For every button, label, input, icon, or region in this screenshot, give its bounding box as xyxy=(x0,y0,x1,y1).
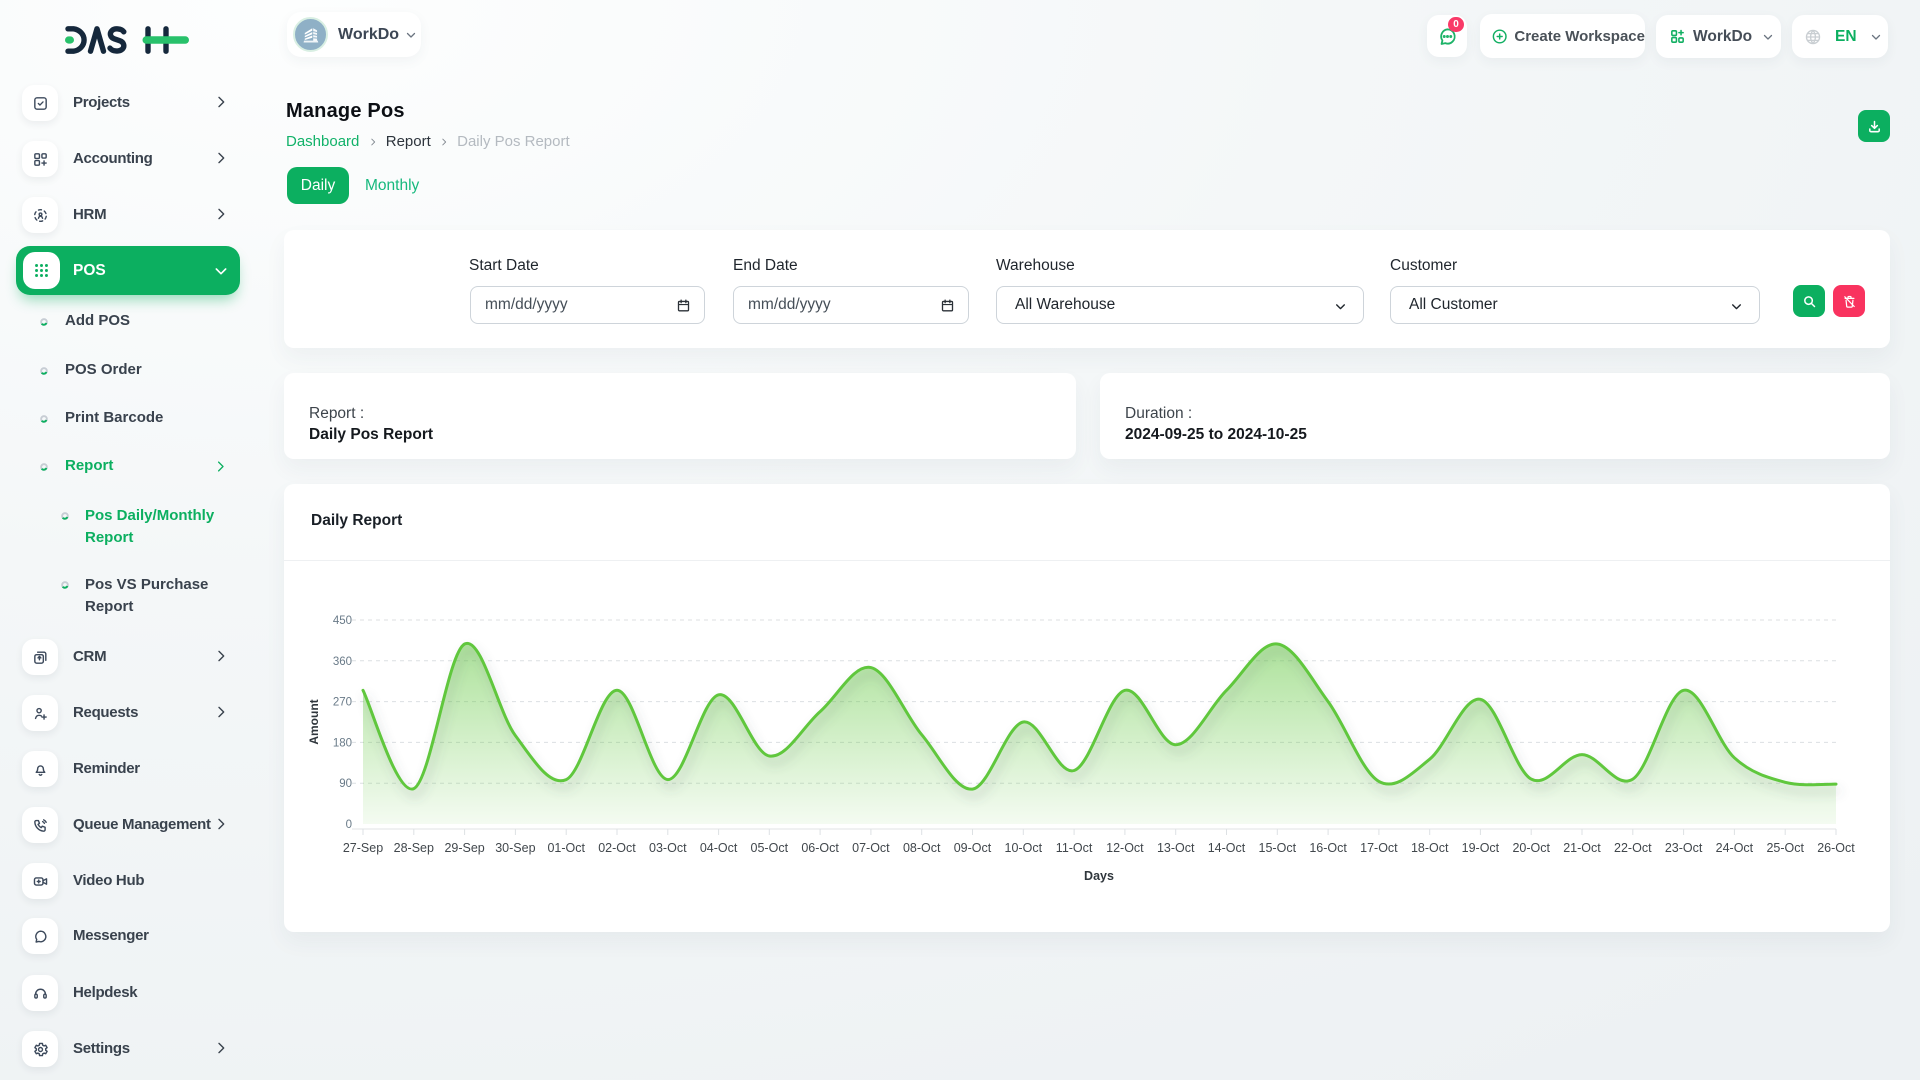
svg-text:11-Oct: 11-Oct xyxy=(1056,841,1093,855)
svg-text:21-Oct: 21-Oct xyxy=(1563,841,1601,855)
svg-text:360: 360 xyxy=(333,656,352,668)
svg-text:03-Oct: 03-Oct xyxy=(649,841,687,855)
svg-text:14-Oct: 14-Oct xyxy=(1208,841,1246,855)
svg-text:06-Oct: 06-Oct xyxy=(801,841,839,855)
svg-text:25-Oct: 25-Oct xyxy=(1766,841,1804,855)
svg-text:10-Oct: 10-Oct xyxy=(1005,841,1043,855)
svg-text:270: 270 xyxy=(333,697,352,709)
svg-text:28-Sep: 28-Sep xyxy=(394,841,434,855)
svg-text:0: 0 xyxy=(346,819,352,831)
svg-text:27-Sep: 27-Sep xyxy=(343,841,383,855)
svg-text:09-Oct: 09-Oct xyxy=(954,841,992,855)
svg-text:02-Oct: 02-Oct xyxy=(598,841,636,855)
svg-text:23-Oct: 23-Oct xyxy=(1665,841,1703,855)
svg-text:22-Oct: 22-Oct xyxy=(1614,841,1652,855)
svg-text:17-Oct: 17-Oct xyxy=(1360,841,1398,855)
svg-text:26-Oct: 26-Oct xyxy=(1817,841,1855,855)
svg-text:30-Sep: 30-Sep xyxy=(495,841,535,855)
svg-text:18-Oct: 18-Oct xyxy=(1411,841,1449,855)
svg-text:24-Oct: 24-Oct xyxy=(1716,841,1754,855)
svg-text:Days: Days xyxy=(1084,869,1114,883)
svg-text:450: 450 xyxy=(333,615,352,627)
svg-text:29-Sep: 29-Sep xyxy=(444,841,484,855)
svg-text:15-Oct: 15-Oct xyxy=(1259,841,1297,855)
svg-text:90: 90 xyxy=(339,778,352,790)
svg-text:12-Oct: 12-Oct xyxy=(1106,841,1144,855)
svg-text:19-Oct: 19-Oct xyxy=(1462,841,1500,855)
svg-text:Amount: Amount xyxy=(307,699,321,744)
svg-text:08-Oct: 08-Oct xyxy=(903,841,941,855)
svg-text:05-Oct: 05-Oct xyxy=(751,841,789,855)
svg-text:180: 180 xyxy=(333,737,352,749)
svg-text:07-Oct: 07-Oct xyxy=(852,841,890,855)
svg-text:04-Oct: 04-Oct xyxy=(700,841,738,855)
svg-text:01-Oct: 01-Oct xyxy=(547,841,585,855)
svg-text:20-Oct: 20-Oct xyxy=(1512,841,1550,855)
svg-text:13-Oct: 13-Oct xyxy=(1157,841,1195,855)
svg-text:16-Oct: 16-Oct xyxy=(1309,841,1347,855)
